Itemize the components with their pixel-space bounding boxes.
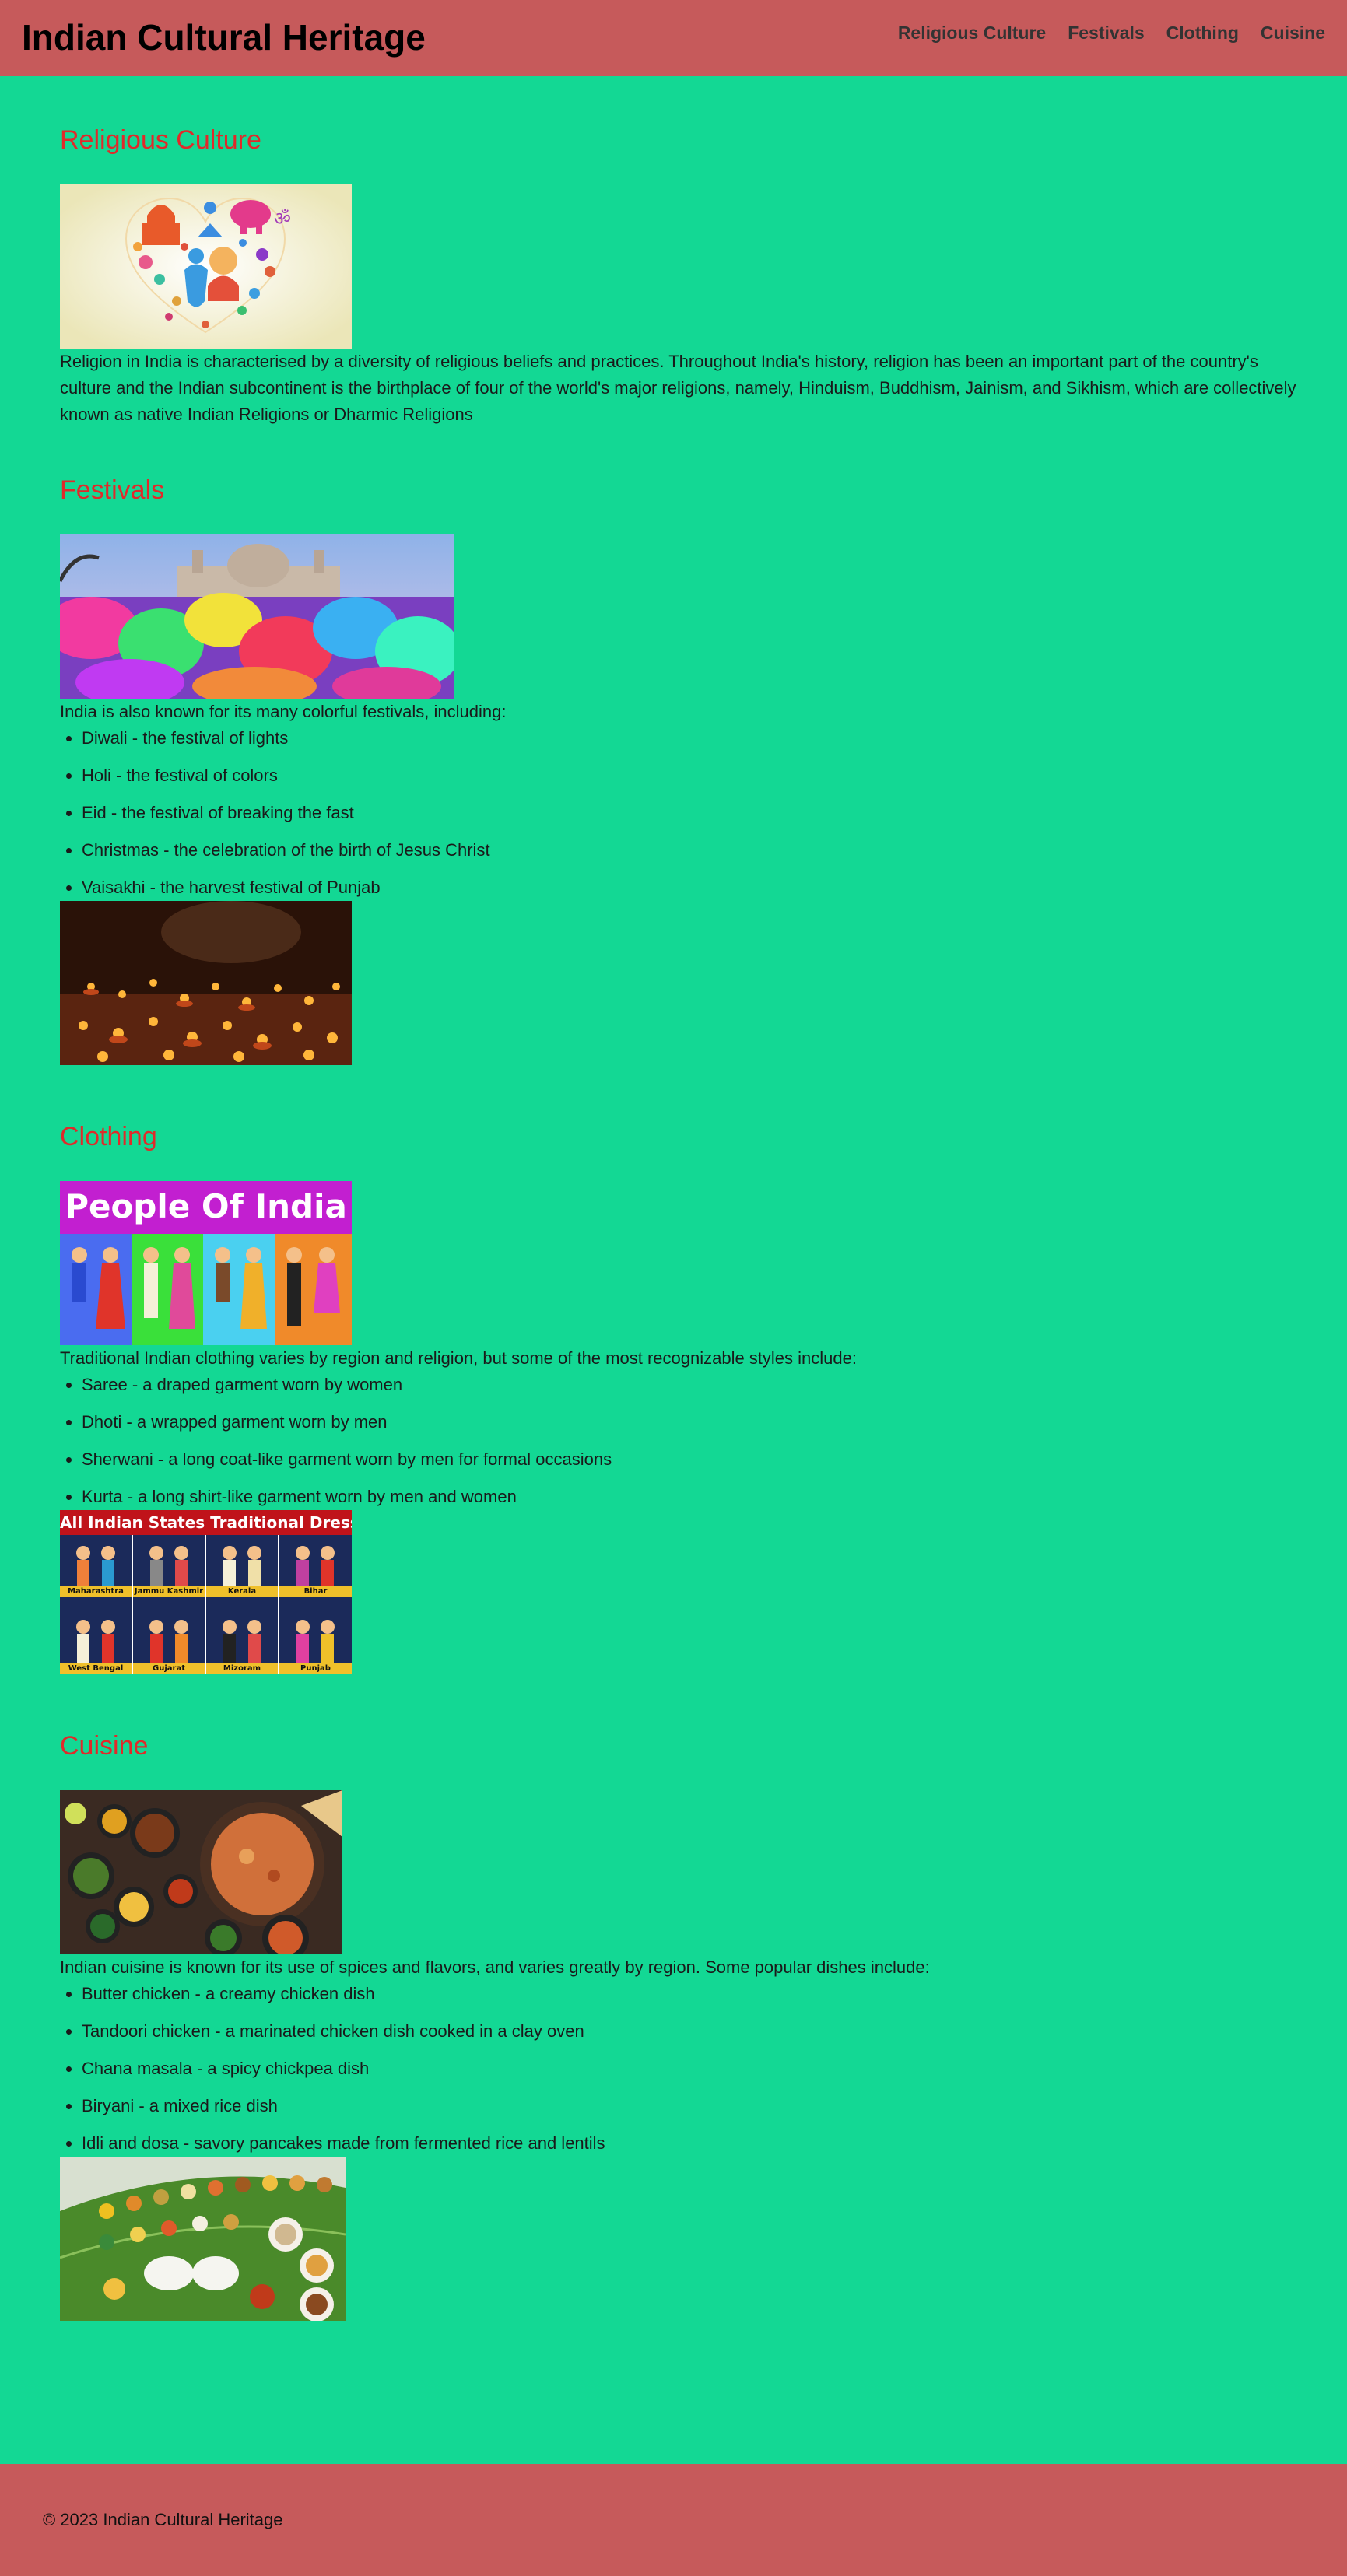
state-label: Kerala [227, 1587, 257, 1596]
nav-link-religious-culture[interactable]: Religious Culture [898, 20, 1046, 45]
holi-festival-image [60, 534, 454, 699]
nav-link-clothing[interactable]: Clothing [1166, 20, 1239, 45]
clothing-intro: Traditional Indian clothing varies by re… [60, 1348, 857, 1368]
indian-dishes-image [60, 1790, 342, 1954]
nav-link-cuisine[interactable]: Cuisine [1261, 20, 1325, 45]
list-item: Butter chicken - a creamy chicken dish [82, 1981, 1305, 2007]
religion-description: Religion in India is characterised by a … [60, 352, 1296, 424]
list-item: Sherwani - a long coat-like garment worn… [82, 1446, 1305, 1473]
state-label: Gujarat [153, 1664, 185, 1673]
section-heading: Religious Culture [60, 125, 261, 155]
list-item: Dhoti - a wrapped garment worn by men [82, 1409, 1305, 1435]
state-label: Mizoram [223, 1664, 261, 1673]
clothing-list: Saree - a draped garment worn by women D… [60, 1372, 1305, 1510]
list-item: Biryani - a mixed rice dish [82, 2093, 1305, 2119]
festivals-list: Diwali - the festival of lights Holi - t… [60, 725, 1305, 901]
poster-title: All Indian States Traditional Dresses [60, 1513, 352, 1532]
list-item: Chana masala - a spicy chickpea dish [82, 2056, 1305, 2082]
list-item: Saree - a draped garment worn by women [82, 1372, 1305, 1398]
state-label: Punjab [300, 1664, 331, 1673]
nav-link-festivals[interactable]: Festivals [1068, 20, 1144, 45]
state-label: West Bengal [68, 1664, 124, 1673]
section-religious-culture: Religious Culture ॐ Religion in India is… [60, 76, 1305, 428]
section-festivals: Festivals India is also known for its ma… [60, 428, 1305, 1065]
list-item: Tandoori chicken - a marinated chicken d… [82, 2018, 1305, 2045]
list-item: Christmas - the celebration of the birth… [82, 837, 1305, 864]
list-item: Idli and dosa - savory pancakes made fro… [82, 2130, 1305, 2157]
cuisine-intro: Indian cuisine is known for its use of s… [60, 1957, 930, 1977]
list-item: Vaisakhi - the harvest festival of Punja… [82, 874, 1305, 901]
list-item: Eid - the festival of breaking the fast [82, 800, 1305, 826]
section-clothing: Clothing People Of India Traditional Ind… [60, 1065, 1305, 1674]
banana-leaf-meal-image [60, 2157, 346, 2321]
svg-text:ॐ: ॐ [274, 208, 291, 230]
poster-title: People Of India [65, 1187, 347, 1225]
list-item: Holi - the festival of colors [82, 762, 1305, 789]
cuisine-list: Butter chicken - a creamy chicken dish T… [60, 1981, 1305, 2157]
religion-heart-image: ॐ [60, 184, 352, 349]
section-cuisine: Cuisine Indian cuisine is known for its … [60, 1674, 1305, 2321]
site-footer: © 2023 Indian Cultural Heritage [0, 2464, 1347, 2576]
main-nav: Religious Culture Festivals Clothing Cui… [898, 20, 1325, 45]
state-label: Jammu Kashmir [134, 1587, 204, 1596]
section-heading: Cuisine [60, 1731, 149, 1761]
list-item: Diwali - the festival of lights [82, 725, 1305, 752]
state-label: Maharashtra [68, 1587, 124, 1596]
diwali-lamps-image [60, 901, 352, 1065]
copyright-text: © 2023 Indian Cultural Heritage [43, 2510, 283, 2529]
section-heading: Festivals [60, 475, 165, 505]
festivals-intro: India is also known for its many colorfu… [60, 702, 507, 721]
list-item: Kurta - a long shirt-like garment worn b… [82, 1484, 1305, 1510]
main-content: Religious Culture ॐ Religion in India is… [60, 76, 1305, 2321]
people-of-india-image: People Of India [60, 1181, 352, 1345]
site-header: Indian Cultural Heritage Religious Cultu… [0, 0, 1347, 76]
state-dresses-image: All Indian States Traditional Dresses Ma… [60, 1510, 352, 1674]
state-label: Bihar [303, 1587, 328, 1596]
site-title: Indian Cultural Heritage [22, 17, 426, 58]
section-heading: Clothing [60, 1122, 157, 1151]
